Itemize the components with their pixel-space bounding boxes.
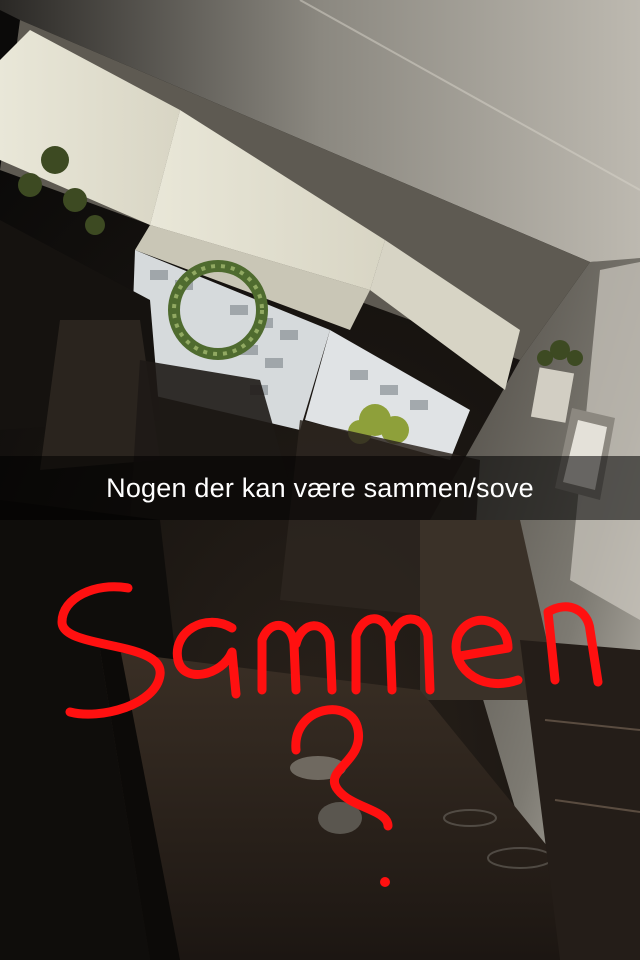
snap-viewer: Nogen der kan være sammen/sove [0,0,640,960]
caption-bar: Nogen der kan være sammen/sove [0,456,640,520]
caption-text: Nogen der kan være sammen/sove [106,472,534,503]
